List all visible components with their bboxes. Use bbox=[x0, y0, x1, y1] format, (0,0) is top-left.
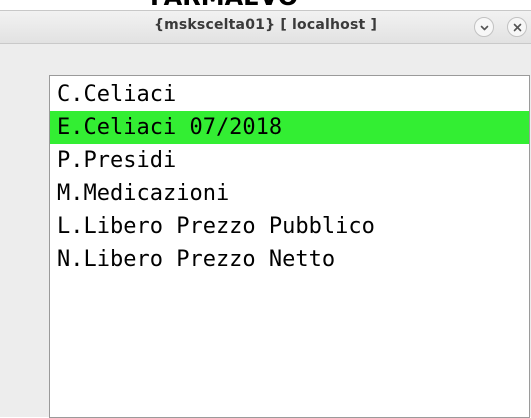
background-app-title: FARMAEVO bbox=[150, 0, 390, 10]
minimize-button[interactable] bbox=[474, 17, 494, 37]
dialog-window: {mskscelta01} [ localhost ] C.Celiaci E.… bbox=[0, 10, 531, 418]
close-icon bbox=[513, 23, 522, 32]
window-titlebar[interactable]: {mskscelta01} [ localhost ] bbox=[0, 11, 531, 44]
list-item-presidi[interactable]: P.Presidi bbox=[50, 144, 529, 177]
chevron-down-icon bbox=[480, 25, 489, 31]
list-item-libero-prezzo-pubblico[interactable]: L.Libero Prezzo Pubblico bbox=[50, 210, 529, 243]
close-button[interactable] bbox=[507, 17, 527, 37]
list-item-libero-prezzo-netto[interactable]: N.Libero Prezzo Netto bbox=[50, 243, 529, 276]
list-item-celiaci[interactable]: C.Celiaci bbox=[50, 78, 529, 111]
list-item-medicazioni[interactable]: M.Medicazioni bbox=[50, 177, 529, 210]
window-title: {mskscelta01} [ localhost ] bbox=[153, 17, 378, 33]
choice-listbox[interactable]: C.Celiaci E.Celiaci 07/2018 P.Presidi M.… bbox=[49, 75, 530, 418]
list-item-celiaci-07-2018[interactable]: E.Celiaci 07/2018 bbox=[50, 111, 529, 144]
